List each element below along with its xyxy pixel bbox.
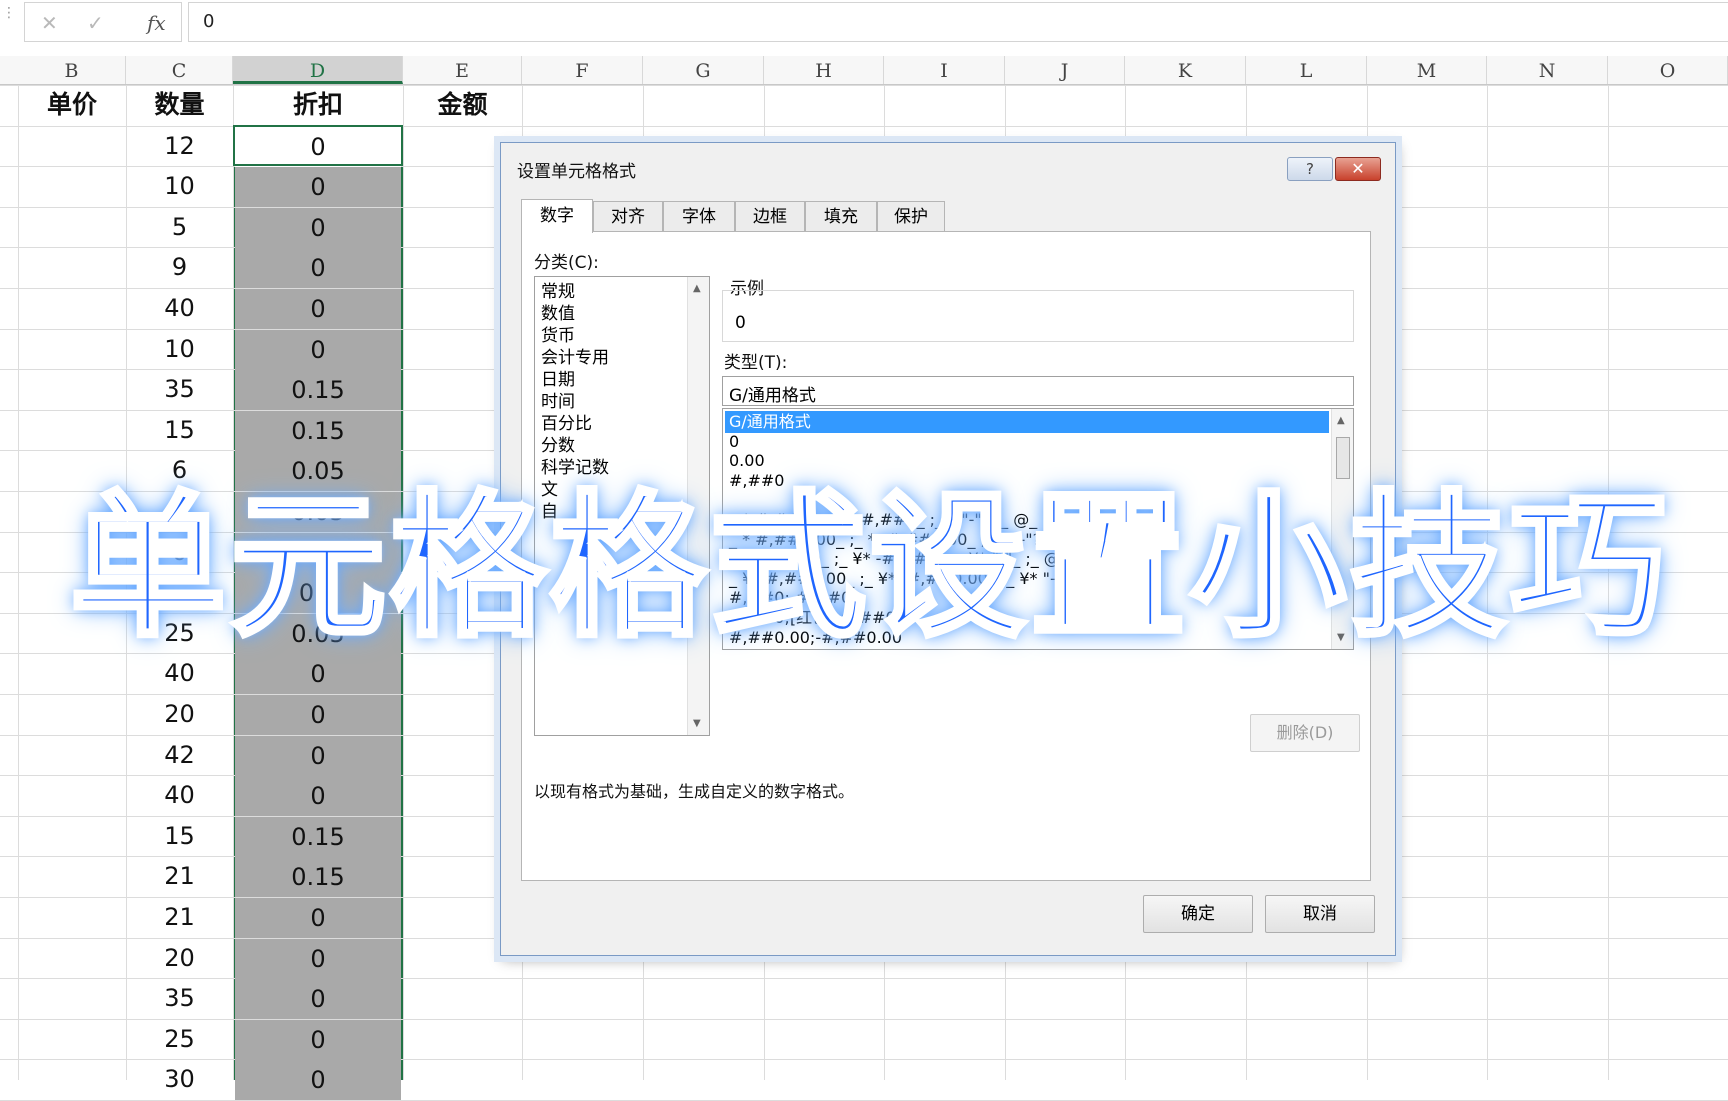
category-item[interactable]: 数值 — [541, 303, 575, 325]
scroll-up-icon[interactable]: ▲ — [693, 283, 701, 294]
formula-input[interactable]: 0 — [188, 2, 1728, 42]
category-item[interactable]: 常规 — [541, 281, 575, 303]
cell-discount[interactable]: 0 — [235, 208, 401, 248]
cell-discount[interactable]: 0 — [235, 939, 401, 979]
drag-handle-icon[interactable]: ⋮ — [2, 6, 16, 32]
cell-discount[interactable]: 0 — [235, 1060, 401, 1100]
type-input[interactable]: G/通用格式 — [722, 376, 1354, 406]
column-header-j[interactable]: J — [1005, 56, 1125, 84]
category-label: 分类(C): — [534, 253, 599, 273]
header-cell-c[interactable]: 数量 — [126, 85, 233, 125]
cell-discount[interactable]: 0 — [235, 736, 401, 776]
formula-value: 0 — [203, 11, 215, 32]
cell-discount[interactable]: 0.15 — [235, 817, 401, 857]
cell-discount[interactable]: 0 — [235, 1020, 401, 1060]
category-item[interactable]: 日期 — [541, 369, 575, 391]
category-item[interactable]: 百分比 — [541, 413, 592, 435]
column-header-d[interactable]: D — [233, 56, 403, 84]
dialog-title: 设置单元格格式 — [517, 162, 636, 182]
tab-3[interactable]: 边框 — [735, 201, 805, 231]
delete-button[interactable]: 删除(D) — [1250, 714, 1360, 752]
formula-buttons: ✕ ✓ fx — [24, 2, 182, 42]
tab-4[interactable]: 填充 — [805, 201, 877, 231]
cell-quantity[interactable]: 35 — [126, 978, 233, 1018]
column-header-f[interactable]: F — [522, 56, 643, 84]
column-header-l[interactable]: L — [1246, 56, 1367, 84]
category-item[interactable]: 时间 — [541, 391, 575, 413]
cell-quantity[interactable]: 20 — [126, 938, 233, 978]
cell-quantity[interactable]: 20 — [126, 694, 233, 734]
help-button[interactable]: ? — [1287, 157, 1333, 181]
type-item[interactable]: G/通用格式 — [725, 411, 1329, 433]
column-header-b[interactable]: B — [18, 56, 126, 84]
cell-quantity[interactable]: 21 — [126, 897, 233, 937]
column-header-m[interactable]: M — [1367, 56, 1487, 84]
tab-2[interactable]: 字体 — [663, 201, 735, 231]
column-header-g[interactable]: G — [643, 56, 764, 84]
cell-quantity[interactable]: 25 — [126, 1019, 233, 1059]
ok-button[interactable]: 确定 — [1143, 895, 1253, 933]
cell-quantity[interactable]: 9 — [126, 247, 233, 287]
column-header-n[interactable]: N — [1487, 56, 1608, 84]
enter-icon[interactable]: ✓ — [87, 11, 104, 35]
cell-quantity[interactable]: 42 — [126, 735, 233, 775]
tab-5[interactable]: 保护 — [877, 201, 945, 231]
category-item[interactable]: 货币 — [541, 325, 575, 347]
close-button[interactable]: ✕ — [1335, 157, 1381, 181]
cell-discount[interactable]: 0 — [235, 776, 401, 816]
sample-value: 0 — [735, 313, 746, 333]
scroll-up-icon[interactable]: ▲ — [1337, 415, 1345, 426]
cell-quantity[interactable]: 40 — [126, 775, 233, 815]
cell-discount[interactable]: 0 — [235, 167, 401, 207]
cell-quantity[interactable]: 10 — [126, 166, 233, 206]
formula-bar: ⋮ ✕ ✓ fx 0 — [0, 0, 1728, 44]
cell-discount[interactable]: 0 — [235, 330, 401, 370]
mouse-cursor-icon — [734, 360, 744, 366]
cell-discount[interactable]: 0 — [235, 898, 401, 938]
header-cell-e[interactable]: 金额 — [403, 85, 522, 125]
cell-discount[interactable]: 0 — [235, 248, 401, 288]
header-cell-d[interactable]: 折扣 — [233, 85, 403, 125]
column-header-c[interactable]: C — [126, 56, 233, 84]
cell-discount[interactable]: 0 — [235, 289, 401, 329]
cell-discount[interactable]: 0 — [235, 695, 401, 735]
column-header-o[interactable]: O — [1608, 56, 1728, 84]
column-header-k[interactable]: K — [1125, 56, 1246, 84]
header-cell-b[interactable]: 单价 — [18, 85, 126, 125]
cell-quantity[interactable]: 10 — [126, 329, 233, 369]
cell-quantity[interactable]: 35 — [126, 369, 233, 409]
cell-quantity[interactable]: 12 — [126, 126, 233, 166]
grid-column-line — [18, 85, 19, 1080]
fx-icon[interactable]: fx — [147, 11, 166, 35]
cancel-button[interactable]: 取消 — [1265, 895, 1375, 933]
cancel-icon[interactable]: ✕ — [41, 11, 58, 35]
column-headers: BCDEFGHIJKLMNO — [0, 56, 1728, 85]
cell-quantity[interactable]: 30 — [126, 1059, 233, 1099]
active-cell-border — [233, 125, 403, 166]
cell-quantity[interactable]: 40 — [126, 288, 233, 328]
sample-box: 0 — [722, 290, 1354, 342]
cell-quantity[interactable]: 5 — [126, 207, 233, 247]
column-header-e[interactable]: E — [403, 56, 522, 84]
cell-discount[interactable]: 0.15 — [235, 857, 401, 897]
cell-discount[interactable]: 0 — [235, 979, 401, 1019]
scroll-down-icon[interactable]: ▼ — [693, 718, 701, 729]
cell-quantity[interactable]: 21 — [126, 856, 233, 896]
tab-1[interactable]: 对齐 — [593, 201, 663, 231]
overlay-caption: 单元格格式设置小技巧 — [68, 474, 1670, 661]
cell-quantity[interactable]: 15 — [126, 816, 233, 856]
type-input-value: G/通用格式 — [729, 386, 816, 406]
category-item[interactable]: 会计专用 — [541, 347, 609, 369]
tab-0[interactable]: 数字 — [521, 199, 593, 233]
column-header-h[interactable]: H — [764, 56, 884, 84]
column-header-i[interactable]: I — [884, 56, 1005, 84]
format-description: 以现有格式为基础，生成自定义的数字格式。 — [534, 782, 855, 801]
cell-discount[interactable]: 0.15 — [235, 370, 401, 410]
